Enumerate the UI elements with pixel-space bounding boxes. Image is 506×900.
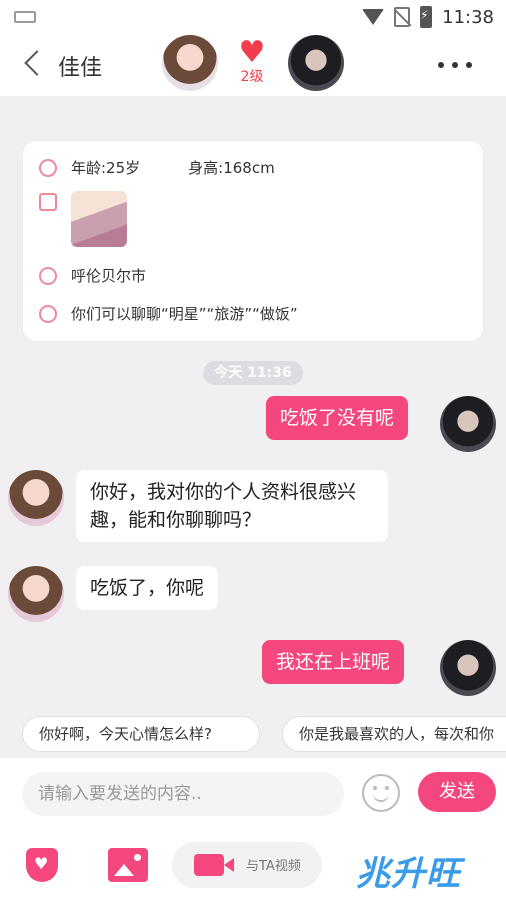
- video-icon: [194, 854, 234, 876]
- quick-reply-chip[interactable]: 你是我最喜欢的人，每次和你: [282, 716, 506, 752]
- send-button[interactable]: 发送: [418, 772, 496, 812]
- more-icon[interactable]: [438, 62, 472, 68]
- status-icons: 11:38: [362, 6, 494, 28]
- my-avatar[interactable]: [440, 640, 496, 696]
- contact-name: 佳佳: [58, 56, 103, 81]
- quick-reply-chip[interactable]: 你好啊，今天心情怎么样?: [22, 716, 260, 752]
- person-icon: [39, 158, 57, 177]
- input-area: 发送 与TA视频 兆升旺: [0, 758, 506, 900]
- keyboard-icon: [14, 11, 36, 23]
- location-icon: [39, 266, 57, 285]
- wifi-icon: [362, 9, 385, 25]
- message-bubble-in[interactable]: 你好，我对你的个人资料很感兴趣，能和你聊聊吗？: [76, 470, 388, 542]
- my-avatar[interactable]: [288, 35, 344, 91]
- status-time: 11:38: [442, 6, 494, 28]
- back-icon[interactable]: [24, 50, 50, 76]
- profile-age: 年龄:25岁: [71, 159, 141, 177]
- image-icon: [39, 193, 57, 211]
- profile-city-row: 呼伦贝尔市: [39, 265, 146, 286]
- profile-topics-row: 你们可以聊聊“明星”“旅游”“做饭”: [39, 303, 298, 324]
- profile-age-row: 年龄:25岁 身高:168cm: [39, 157, 275, 178]
- profile-photo[interactable]: [71, 191, 127, 247]
- message-bubble-out[interactable]: 吃饭了没有呢: [266, 396, 409, 440]
- intimacy-level[interactable]: ♥ 2级: [234, 38, 270, 86]
- message-input[interactable]: [22, 772, 344, 816]
- message-bubble-out[interactable]: 我还在上班呢: [262, 640, 405, 684]
- contact-avatar[interactable]: [8, 566, 64, 622]
- heart-icon: ♥: [238, 35, 266, 70]
- shield-icon[interactable]: [26, 848, 58, 882]
- watermark-logo: 兆升旺: [356, 854, 461, 894]
- topic-icon: [39, 304, 57, 323]
- profile-photo-row: [39, 193, 57, 211]
- emoji-icon[interactable]: [362, 774, 400, 812]
- my-avatar[interactable]: [440, 396, 496, 452]
- time-divider: 今天 11:36: [203, 361, 303, 385]
- no-sim-icon: [394, 7, 411, 27]
- image-icon[interactable]: [108, 848, 148, 882]
- contact-avatar[interactable]: [8, 470, 64, 526]
- video-label: 与TA视频: [246, 859, 301, 874]
- battery-icon: [420, 6, 433, 28]
- profile-card: 年龄:25岁 身高:168cm 呼伦贝尔市 你们可以聊聊“明星”“旅游”“做饭”: [22, 140, 484, 342]
- profile-city: 呼伦贝尔市: [71, 267, 147, 285]
- message-bubble-in[interactable]: 吃饭了，你呢: [76, 566, 219, 610]
- video-call-button[interactable]: 与TA视频: [172, 842, 322, 888]
- profile-topics: 你们可以聊聊“明星”“旅游”“做饭”: [71, 305, 298, 323]
- status-bar: 11:38: [0, 0, 506, 34]
- contact-avatar[interactable]: [162, 35, 218, 91]
- profile-height: 身高:168cm: [188, 159, 275, 177]
- chat-header: 佳佳 ♥ 2级: [0, 34, 506, 96]
